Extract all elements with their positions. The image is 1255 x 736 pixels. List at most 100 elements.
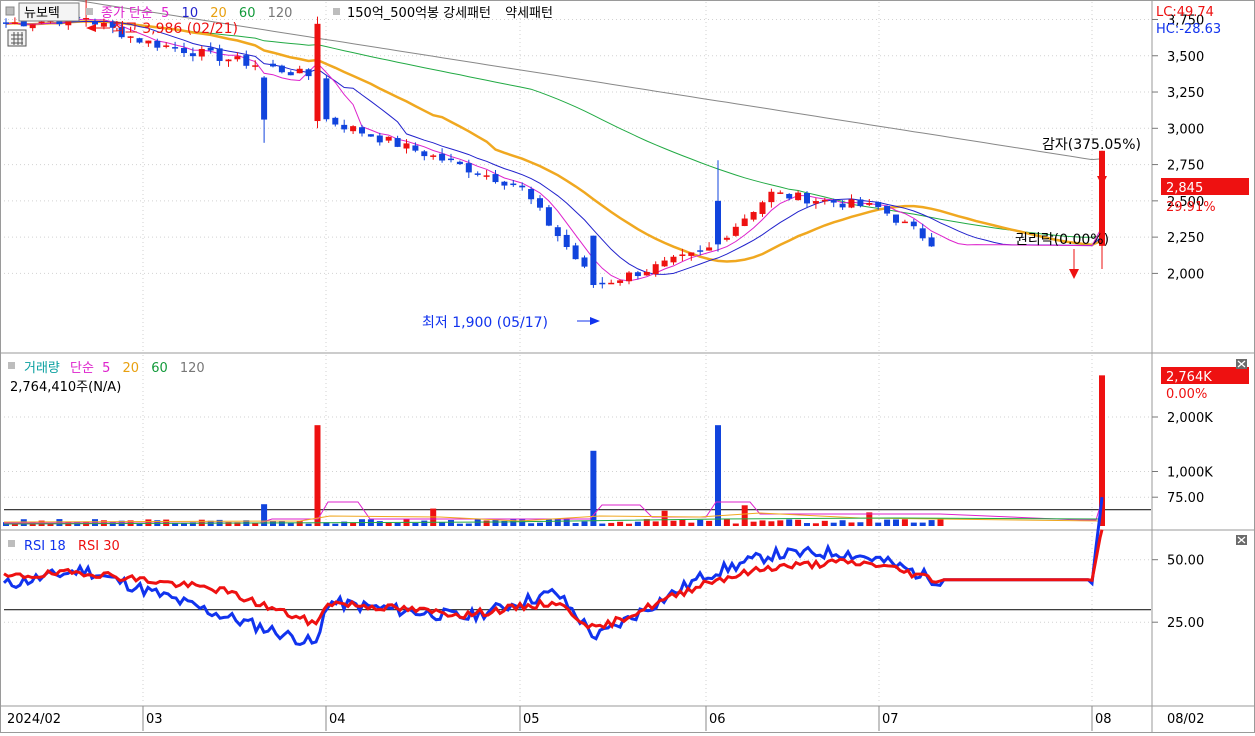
volume-bar: [697, 519, 704, 526]
hc-value: HC:-28.63: [1156, 22, 1221, 37]
candle-body: [305, 69, 312, 77]
rsi-square-icon: [8, 540, 15, 547]
candle-body: [207, 47, 214, 51]
candle-body: [652, 264, 659, 275]
volume-close-icon[interactable]: [1236, 359, 1247, 369]
volume-title: 거래량: [24, 361, 60, 376]
volume-bar: [893, 519, 899, 526]
candle-body: [492, 174, 499, 183]
candle-body: [866, 203, 873, 205]
volume-bar: [884, 519, 891, 526]
y-tick-label: 3,000: [1167, 122, 1204, 137]
volume-bar: [296, 521, 303, 526]
volume-bar: [608, 522, 615, 526]
candle-body: [100, 22, 107, 27]
volume-bar: [599, 523, 606, 526]
volume-bar: [768, 521, 775, 526]
current-price: 2,845: [1166, 181, 1203, 196]
x-tick-label: 08: [1095, 712, 1112, 727]
volume-bar: [572, 523, 579, 526]
candle-body: [359, 127, 365, 134]
volume-bar: [795, 519, 802, 526]
header-square-icon[interactable]: [5, 6, 15, 16]
candle-body: [421, 151, 428, 157]
candle-body: [163, 45, 170, 47]
rights-annotation: 권리락(0.00%): [1015, 232, 1109, 248]
candle-body: [893, 214, 899, 223]
candle-body: [189, 53, 196, 57]
candle-body: [314, 23, 321, 122]
candle-body: [545, 207, 552, 226]
candle-body: [750, 212, 757, 220]
candle-body: [919, 228, 926, 239]
y-tick-label: 3,250: [1167, 86, 1204, 101]
volume-bar: [421, 520, 428, 526]
x-right-label: 08/02: [1167, 712, 1204, 727]
candle-body: [92, 21, 98, 25]
lc-value: LC:49.74: [1156, 5, 1214, 20]
candle-body: [795, 192, 802, 201]
volume-ma20-label: 20: [123, 361, 140, 376]
candle-body: [679, 254, 686, 256]
candle-body: [706, 247, 713, 251]
candle-body: [20, 20, 27, 27]
volume-bar: [715, 425, 721, 526]
candle-body: [483, 175, 490, 177]
candle-body: [670, 256, 677, 263]
pattern-label: 150억_500억봉 강세패턴 약세패턴: [347, 6, 553, 21]
candle-body: [296, 68, 303, 74]
volume-bar: [545, 519, 552, 526]
volume-bar: [634, 521, 641, 526]
candle-body: [804, 192, 810, 204]
volume-bar: [857, 522, 864, 526]
candle-body: [634, 272, 641, 277]
x-tick-label: 06: [709, 712, 726, 727]
candle-body: [136, 38, 143, 43]
volume-bar: [412, 522, 419, 526]
candle-body: [928, 237, 935, 247]
candle-body: [430, 155, 437, 157]
candle-body: [341, 124, 348, 130]
candle-body: [385, 136, 392, 141]
candle-body: [270, 63, 276, 67]
volume-bar: [723, 519, 730, 526]
candle-body: [617, 280, 624, 283]
volume-bar: [910, 522, 917, 526]
candle-body: [234, 56, 241, 60]
candle-body: [643, 271, 650, 276]
pattern-square-icon: [333, 8, 340, 15]
volume-bar: [741, 505, 748, 526]
candle-body: [252, 65, 259, 67]
price-panel-bg: [4, 2, 1151, 351]
candle-body: [154, 40, 161, 48]
volume-change-pct: 0.00%: [1166, 387, 1207, 402]
volume-bar: [839, 520, 846, 526]
x-tick-label: 07: [882, 712, 899, 727]
volume-bar: [350, 522, 357, 526]
candle-body: [768, 191, 775, 203]
volume-bar: [652, 521, 659, 526]
y-tick-label: 2,250: [1167, 231, 1204, 246]
candle-body: [884, 205, 891, 214]
rsi-close-icon[interactable]: [1236, 535, 1247, 545]
candle-body: [848, 199, 855, 208]
volume-bar: [875, 522, 882, 526]
candle-body: [261, 77, 268, 120]
volume-bar: [136, 523, 143, 526]
volume-bar: [777, 520, 784, 526]
volume-bar: [901, 519, 908, 526]
grid-toggle-icon[interactable]: [7, 29, 27, 47]
gamja-annotation: 감자(375.05%): [1042, 137, 1141, 153]
candle-body: [723, 237, 730, 240]
volume-bar: [270, 521, 276, 526]
candle-body: [350, 126, 357, 132]
rsi18-label: RSI 18: [24, 539, 66, 554]
candle-body: [332, 117, 339, 125]
candle-body: [323, 78, 330, 120]
ma-label-text: 종가 단순: [101, 6, 153, 21]
volume-bar: [812, 523, 819, 526]
pattern-label-1: 150억_500억봉 강세패턴: [347, 6, 491, 21]
volume-bar: [465, 523, 472, 526]
volume-square-icon: [8, 362, 15, 369]
candle-body: [581, 257, 588, 267]
